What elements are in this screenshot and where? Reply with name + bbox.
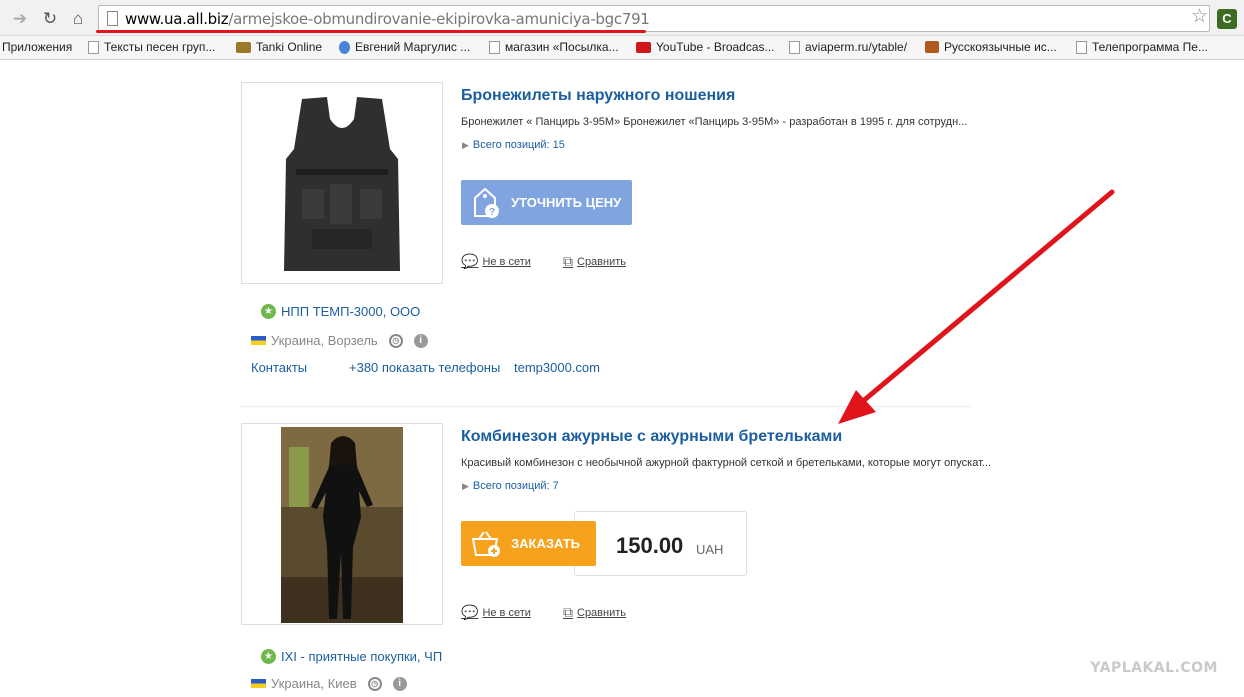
seller-link-ixi[interactable]: ★ IXI - приятные покупки, ЧП — [261, 649, 442, 664]
bookmark-label: Тексты песен груп... — [104, 40, 216, 54]
region-label: Украина, Киев — [271, 676, 357, 691]
cup-icon — [925, 41, 939, 53]
youtube-icon — [636, 41, 651, 53]
clarify-price-label: УТОЧНИТЬ ЦЕНУ — [511, 195, 622, 210]
page-icon — [107, 11, 118, 26]
price-tag-question-icon: ? — [461, 180, 511, 225]
order-button[interactable]: ЗАКАЗАТЬ — [461, 521, 596, 566]
compare-link-vest[interactable]: ⧉ Сравнить — [563, 253, 626, 270]
page-icon — [489, 40, 500, 54]
bookmark-label: Телепрограмма Пе... — [1092, 40, 1208, 54]
region-label: Украина, Ворзель — [271, 333, 378, 348]
compare-icon: ⧉ — [563, 604, 573, 620]
tank-icon — [236, 41, 251, 53]
price-value: 150.00 — [616, 533, 684, 558]
drop-icon — [339, 40, 350, 54]
bookmark-posylka[interactable]: магазин «Посылка... — [489, 40, 619, 54]
product-image-bodystocking[interactable] — [241, 423, 443, 625]
status-label: Не в сети — [482, 255, 531, 268]
listing-title-vest[interactable]: Бронежилеты наружного ношения — [461, 87, 735, 105]
browser-toolbar: ➔ ↻ ⌂ www.ua.all.biz/armejskoe-obmundiro… — [0, 0, 1244, 36]
bookmark-tanki[interactable]: Tanki Online — [236, 40, 322, 54]
compare-icon: ⧉ — [563, 253, 573, 269]
positions-label: Всего позиций: 15 — [472, 139, 565, 151]
clock-icon[interactable]: ◷ — [388, 333, 403, 348]
bookmark-apps[interactable]: Приложения — [2, 40, 72, 54]
positions-link-bodystocking[interactable]: ▶ Всего позиций: 7 — [462, 480, 559, 492]
page-icon — [88, 40, 99, 54]
offline-status-bodystocking[interactable]: 💬 Не в сети — [461, 604, 531, 621]
info-icon[interactable]: i — [392, 676, 407, 691]
seller-name: НПП ТЕМП-3000, ООО — [281, 304, 421, 319]
listing-description-bodystocking: Красивый комбинезон с необычной ажурной … — [461, 457, 992, 469]
bookmark-russian[interactable]: Русскоязычные ис... — [925, 40, 1057, 54]
order-label: ЗАКАЗАТЬ — [511, 536, 581, 551]
contacts-link[interactable]: Контакты — [251, 360, 307, 375]
triangle-right-icon: ▶ — [462, 140, 469, 150]
home-icon[interactable]: ⌂ — [68, 9, 88, 29]
bodystocking-photo — [281, 427, 403, 623]
price-currency: UAH — [696, 542, 724, 557]
watermark: YAPLAKAL.COM — [1090, 660, 1218, 676]
info-icon[interactable]: i — [413, 333, 428, 348]
url-path: /armejskoe-obmundirovanie-ekipirovka-amu… — [228, 10, 650, 28]
bookmark-star-icon[interactable]: ☆ — [1191, 7, 1208, 27]
seller-region-kiev: Украина, Киев ◷ i — [251, 676, 407, 691]
website-link[interactable]: temp3000.com — [514, 360, 600, 375]
price-box: 150.00 UAH — [574, 511, 747, 576]
bookmark-label: YouTube - Broadcas... — [656, 40, 775, 54]
product-image-vest[interactable] — [241, 82, 443, 284]
show-phones-link[interactable]: +380 показать телефоны — [349, 360, 500, 375]
bookmark-label: Приложения — [2, 40, 73, 54]
status-label: Не в сети — [482, 606, 531, 619]
listing-description-vest: Бронежилет « Панцирь 3-95М» Бронежилет «… — [461, 116, 968, 128]
bookmark-tv[interactable]: Телепрограмма Пе... — [1076, 40, 1208, 54]
bookmark-label: магазин «Посылка... — [505, 40, 619, 54]
compare-label: Сравнить — [577, 255, 627, 268]
seller-link-temp[interactable]: ★ НПП ТЕМП-3000, ООО — [261, 304, 420, 319]
back-arrow-icon[interactable]: ➔ — [10, 9, 30, 29]
star-badge-icon: ★ — [261, 649, 276, 664]
url-domain: www.ua.all.biz — [125, 10, 229, 28]
basket-add-icon — [461, 521, 511, 566]
address-bar[interactable]: www.ua.all.biz/armejskoe-obmundirovanie-… — [98, 5, 1210, 32]
extension-icon[interactable]: C — [1217, 9, 1237, 29]
page-icon — [1076, 40, 1087, 54]
chat-bubble-icon: 💬 — [461, 253, 479, 269]
clarify-price-button[interactable]: ? УТОЧНИТЬ ЦЕНУ — [461, 180, 632, 225]
bookmarks-bar: Приложения Тексты песен груп... Tanki On… — [0, 36, 1244, 60]
seller-region-vorzel: Украина, Ворзель ◷ i — [251, 333, 428, 348]
positions-link-vest[interactable]: ▶ Всего позиций: 15 — [462, 139, 565, 151]
star-badge-icon: ★ — [261, 304, 276, 319]
listing-divider — [241, 406, 971, 407]
vest-photo — [284, 97, 400, 271]
reload-icon[interactable]: ↻ — [40, 9, 60, 29]
compare-link-bodystocking[interactable]: ⧉ Сравнить — [563, 604, 626, 621]
red-underline-annotation — [96, 30, 646, 33]
positions-label: Всего позиций: 7 — [472, 480, 559, 492]
bookmark-youtube[interactable]: YouTube - Broadcas... — [636, 40, 775, 54]
bookmark-label: Русскоязычные ис... — [944, 40, 1057, 54]
bookmark-label: Евгений Маргулис ... — [355, 40, 471, 54]
listing-title-bodystocking[interactable]: Комбинезон ажурные с ажурными бретелькам… — [461, 428, 842, 446]
bookmark-label: Tanki Online — [256, 40, 323, 54]
url-text[interactable]: www.ua.all.biz/armejskoe-obmundirovanie-… — [125, 10, 650, 28]
svg-text:?: ? — [489, 207, 495, 218]
seller-name: IXI - приятные покупки, ЧП — [281, 649, 443, 664]
compare-label: Сравнить — [577, 606, 627, 619]
clock-icon[interactable]: ◷ — [367, 676, 382, 691]
bookmark-label: aviaperm.ru/ytable/ — [805, 40, 908, 54]
ukraine-flag-icon — [251, 679, 266, 688]
ukraine-flag-icon — [251, 336, 266, 345]
bookmark-aviaperm[interactable]: aviaperm.ru/ytable/ — [789, 40, 907, 54]
triangle-right-icon: ▶ — [462, 481, 469, 491]
offline-status-vest[interactable]: 💬 Не в сети — [461, 253, 531, 270]
bookmark-lyrics[interactable]: Тексты песен груп... — [88, 40, 215, 54]
page-icon — [789, 40, 800, 54]
chat-bubble-icon: 💬 — [461, 604, 479, 620]
bookmark-margulis[interactable]: Евгений Маргулис ... — [339, 40, 470, 54]
